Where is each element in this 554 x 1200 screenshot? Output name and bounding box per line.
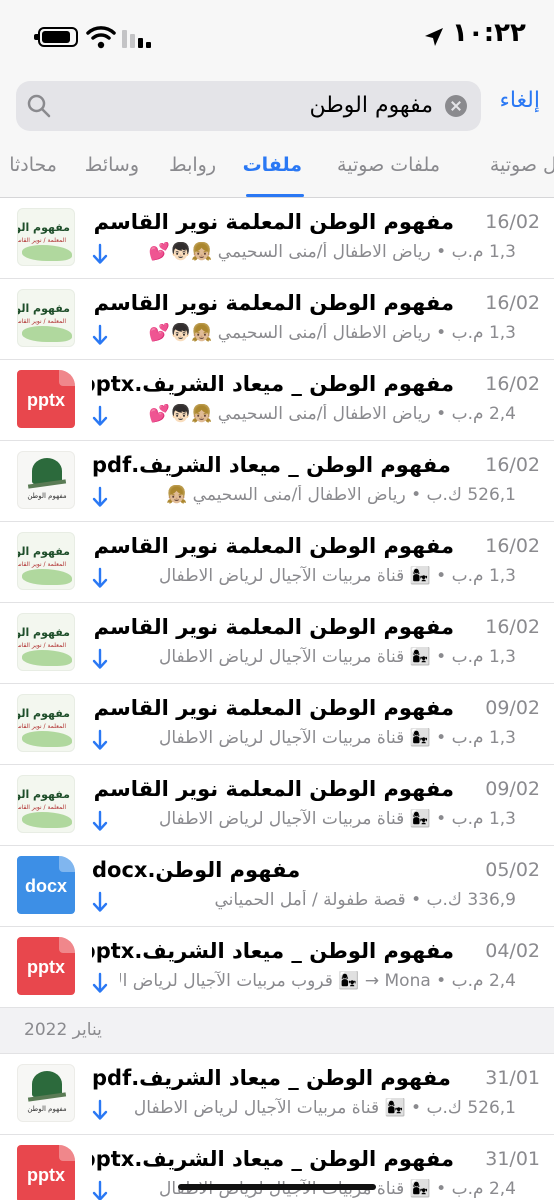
active-tab-indicator — [246, 194, 304, 197]
pptx-file-icon: pptx — [17, 937, 75, 995]
section-header: يناير 2022 — [0, 1008, 554, 1054]
file-date: 09/02 — [485, 778, 540, 800]
file-row[interactable]: مفهوم الوطن المعلمة / نوير القاسم مفهوم ا… — [0, 765, 554, 846]
location-arrow-icon — [425, 28, 443, 46]
file-name: مفهوم الوطن المعلمة نوير القاسم.pdf — [92, 696, 454, 720]
download-icon[interactable] — [92, 243, 108, 265]
search-row: مفهوم الوطن إلغاء — [0, 76, 554, 138]
file-row[interactable]: pptx مفهوم الوطن _ ميعاد الشريف.pptx 31/0… — [0, 1135, 554, 1200]
file-meta: 2,4 م.ب • Mona → 👩‍👧 قروب مربيات الآجيال… — [120, 971, 516, 991]
wifi-icon — [86, 26, 116, 49]
file-date: 09/02 — [485, 697, 540, 719]
file-date: 31/01 — [485, 1067, 540, 1089]
tab-chats[interactable]: محادثا — [9, 154, 57, 176]
download-icon[interactable] — [92, 810, 108, 832]
file-row[interactable]: مفهوم الوطن المعلمة / نوير القاسم مفهوم ا… — [0, 684, 554, 765]
tab-media[interactable]: وسائط — [85, 154, 139, 176]
file-date: 31/01 — [485, 1148, 540, 1170]
file-date: 04/02 — [485, 940, 540, 962]
file-meta: 1,3 م.ب • رياض الاطفال أ/منى السحيمي 👧🏼👦… — [148, 323, 516, 343]
file-meta: 1,3 م.ب • 👩‍👧 قناة مربيات الآجيال لرياض … — [159, 647, 516, 667]
file-name: مفهوم الوطن المعلمة نوير القاسم.pdf — [92, 291, 454, 315]
download-icon[interactable] — [92, 1180, 108, 1200]
download-icon[interactable] — [92, 648, 108, 670]
file-meta: 1,3 م.ب • 👩‍👧 قناة مربيات الآجيال لرياض … — [159, 728, 516, 748]
file-meta: 336,9 ك.ب • قصة طفولة / أمل الحمياني — [214, 890, 516, 910]
file-name: مفهوم الوطن _ ميعاد الشريف.pptx — [92, 1147, 454, 1171]
file-row[interactable]: مفهوم الوطن المعلمة / نوير القاسم مفهوم ا… — [0, 603, 554, 684]
tab-files[interactable]: ملفات — [243, 154, 302, 176]
file-name: مفهوم الوطن.docx — [92, 858, 301, 882]
download-icon[interactable] — [92, 1099, 108, 1121]
file-row[interactable]: مفهوم الوطن المعلمة / نوير القاسم مفهوم ا… — [0, 198, 554, 279]
pptx-file-icon: pptx — [17, 370, 75, 428]
file-thumbnail: مفهوم الوطن المعلمة / نوير القاسم — [17, 289, 75, 347]
file-thumbnail: مفهوم الوطن المعلمة / نوير القاسم — [17, 694, 75, 752]
file-list: مفهوم الوطن المعلمة / نوير القاسم مفهوم ا… — [0, 198, 554, 1200]
search-icon — [27, 94, 51, 118]
filter-tabs: محادثا وسائط روابط ملفات ملفات صوتية ائل… — [0, 138, 554, 198]
file-row[interactable]: مفهوم الوطن مفهوم الوطن _ ميعاد الشريف.pd… — [0, 441, 554, 522]
tab-audio-files[interactable]: ملفات صوتية — [337, 154, 440, 176]
file-meta: 526,1 ك.ب • رياض الاطفال أ/منى السحيمي 👧… — [166, 485, 516, 505]
file-row[interactable]: docx مفهوم الوطن.docx 05/02 336,9 ك.ب • ق… — [0, 846, 554, 927]
file-thumbnail: مفهوم الوطن المعلمة / نوير القاسم — [17, 532, 75, 590]
download-icon[interactable] — [92, 972, 108, 994]
tab-voice-messages[interactable]: ائل صوتية — [490, 154, 554, 176]
file-thumbnail: مفهوم الوطن — [17, 451, 75, 509]
file-name: مفهوم الوطن _ ميعاد الشريف.pptx — [92, 939, 454, 963]
file-meta: 2,4 م.ب • رياض الاطفال أ/منى السحيمي 👧🏼👦… — [148, 404, 516, 424]
download-icon[interactable] — [92, 729, 108, 751]
file-date: 05/02 — [485, 859, 540, 881]
download-icon[interactable] — [92, 486, 108, 508]
clear-search-icon[interactable] — [445, 95, 467, 117]
file-thumbnail: مفهوم الوطن المعلمة / نوير القاسم — [17, 208, 75, 266]
file-date: 16/02 — [485, 535, 540, 557]
file-name: مفهوم الوطن المعلمة نوير القاسم.pdf — [92, 534, 454, 558]
download-icon[interactable] — [92, 891, 108, 913]
download-icon[interactable] — [92, 324, 108, 346]
file-name: مفهوم الوطن _ ميعاد الشريف.pptx — [92, 372, 454, 396]
file-row[interactable]: مفهوم الوطن مفهوم الوطن _ ميعاد الشريف.pd… — [0, 1054, 554, 1135]
file-thumbnail: مفهوم الوطن — [17, 1064, 75, 1122]
file-date: 16/02 — [485, 454, 540, 476]
file-meta: 1,3 م.ب • 👩‍👧 قناة مربيات الآجيال لرياض … — [159, 566, 516, 586]
file-row[interactable]: pptx مفهوم الوطن _ ميعاد الشريف.pptx 04/0… — [0, 927, 554, 1008]
file-row[interactable]: مفهوم الوطن المعلمة / نوير القاسم مفهوم ا… — [0, 279, 554, 360]
download-icon[interactable] — [92, 405, 108, 427]
cellular-signal-icon — [122, 28, 152, 48]
file-meta: 1,3 م.ب • 👩‍👧 قناة مربيات الآجيال لرياض … — [159, 809, 516, 829]
file-date: 16/02 — [485, 211, 540, 233]
search-input[interactable]: مفهوم الوطن — [16, 81, 481, 131]
section-header-label: يناير 2022 — [24, 1020, 102, 1040]
file-date: 16/02 — [485, 616, 540, 638]
file-row[interactable]: pptx مفهوم الوطن _ ميعاد الشريف.pptx 16/0… — [0, 360, 554, 441]
file-name: مفهوم الوطن _ ميعاد الشريف.pdf — [92, 453, 451, 477]
pptx-file-icon: pptx — [17, 1145, 75, 1200]
file-row[interactable]: مفهوم الوطن المعلمة / نوير القاسم مفهوم ا… — [0, 522, 554, 603]
file-name: مفهوم الوطن المعلمة نوير القاسم.pdf — [92, 777, 454, 801]
file-meta: 526,1 ك.ب • 👩‍👧 قناة مربيات الآجيال لريا… — [133, 1098, 516, 1118]
file-thumbnail: مفهوم الوطن المعلمة / نوير القاسم — [17, 613, 75, 671]
tab-links[interactable]: روابط — [169, 154, 216, 176]
file-name: مفهوم الوطن المعلمة نوير القاسم.pdf — [92, 210, 454, 234]
status-bar: ١٠:٢٢ — [0, 0, 554, 76]
home-indicator[interactable] — [178, 1184, 376, 1190]
file-name: مفهوم الوطن _ ميعاد الشريف.pdf — [92, 1066, 451, 1090]
file-date: 16/02 — [485, 292, 540, 314]
search-query: مفهوم الوطن — [309, 93, 433, 118]
battery-icon — [34, 27, 78, 47]
file-date: 16/02 — [485, 373, 540, 395]
cancel-button[interactable]: إلغاء — [500, 88, 540, 113]
file-meta: 1,3 م.ب • رياض الاطفال أ/منى السحيمي 👧🏼👦… — [148, 242, 516, 262]
download-icon[interactable] — [92, 567, 108, 589]
docx-file-icon: docx — [17, 856, 75, 914]
file-name: مفهوم الوطن المعلمة نوير القاسم.pdf — [92, 615, 454, 639]
status-time: ١٠:٢٢ — [452, 18, 526, 48]
file-thumbnail: مفهوم الوطن المعلمة / نوير القاسم — [17, 775, 75, 833]
